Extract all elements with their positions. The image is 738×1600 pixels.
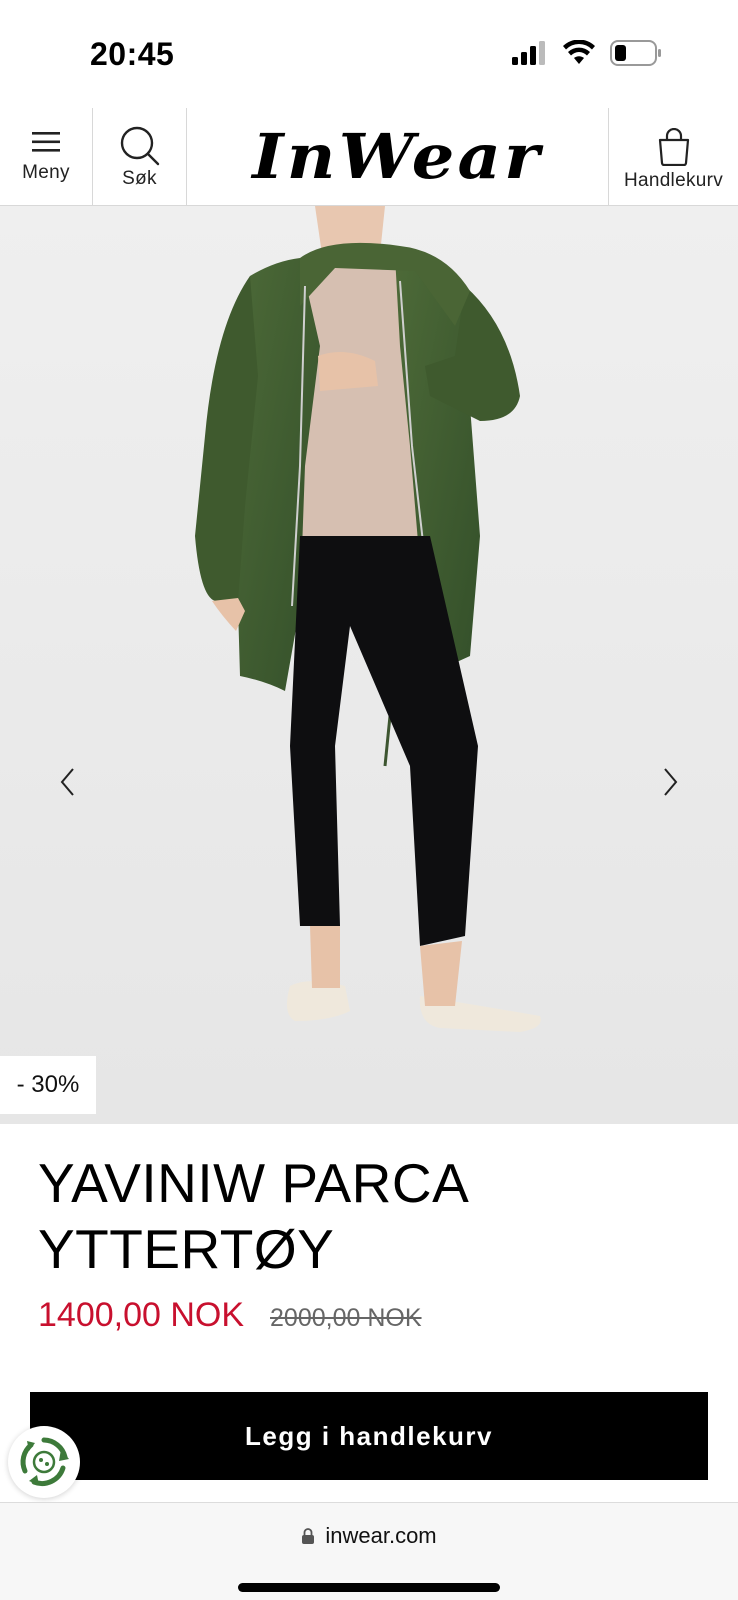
- chevron-left-icon: [60, 768, 74, 796]
- original-price: 2000,00 NOK: [270, 1304, 422, 1332]
- address-bar[interactable]: inwear.com: [0, 1523, 738, 1549]
- search-icon: [120, 126, 159, 166]
- cart-label: Handlekurv: [623, 170, 724, 191]
- wifi-icon: [563, 40, 595, 64]
- brand-logo[interactable]: InWear: [187, 108, 608, 205]
- sale-price: 1400,00 NOK: [38, 1296, 245, 1334]
- menu-icon: [32, 132, 60, 152]
- discount-badge: - 30%: [0, 1056, 96, 1114]
- chevron-right-icon: [664, 768, 678, 796]
- browser-bar: inwear.com: [0, 1502, 738, 1600]
- product-image-carousel[interactable]: - 30%: [0, 206, 738, 1124]
- signal-icon: [512, 41, 545, 65]
- price-row: 1400,00 NOK 2000,00 NOK: [38, 1296, 422, 1335]
- logo-text: InWear: [252, 120, 543, 193]
- status-time: 20:45: [90, 36, 175, 72]
- menu-label: Meny: [22, 162, 70, 183]
- cart-button[interactable]: Handlekurv: [608, 108, 738, 205]
- lock-icon: [302, 1528, 315, 1544]
- search-label: Søk: [122, 168, 157, 189]
- product-title: YAVINIW PARCA YTTERTØY: [38, 1152, 467, 1280]
- url-text: inwear.com: [325, 1523, 437, 1548]
- search-button[interactable]: Søk: [93, 108, 187, 205]
- cart-bag-icon: [658, 128, 689, 166]
- menu-button[interactable]: Meny: [0, 108, 93, 205]
- eco-recycle-icon: [20, 1437, 69, 1486]
- product-photo: [0, 206, 738, 1124]
- eco-badge[interactable]: [8, 1426, 80, 1498]
- carousel-next-button[interactable]: [648, 752, 692, 812]
- site-header: Meny Søk InWear Handlekurv: [0, 108, 738, 206]
- home-indicator[interactable]: [238, 1583, 500, 1592]
- status-icons: [512, 40, 662, 66]
- battery-icon: [610, 40, 661, 66]
- carousel-prev-button[interactable]: [46, 752, 90, 812]
- add-to-cart-button[interactable]: Legg i handlekurv: [30, 1392, 708, 1480]
- status-bar: 20:45: [0, 0, 738, 108]
